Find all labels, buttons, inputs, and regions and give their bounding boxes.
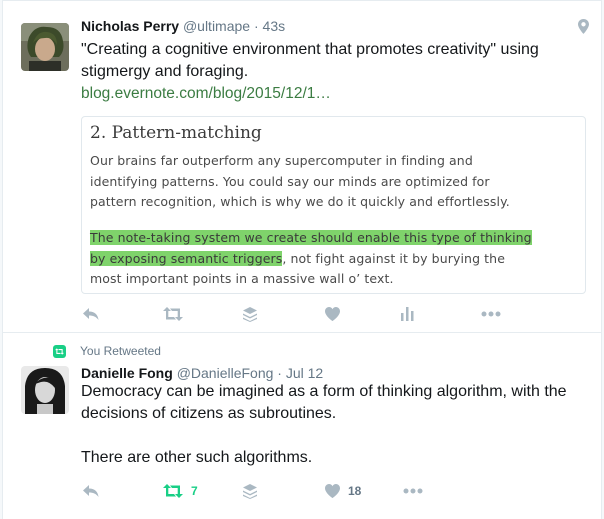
tweet-text-line: "Creating a cognitive environment that p… [81,41,539,58]
tweet-text-line: stigmergy and foraging. [81,63,249,80]
more-button[interactable] [403,481,423,501]
tweet-header: Nicholas Perry @ultimape · 43s [81,18,285,34]
author-fullname[interactable]: Nicholas Perry [81,18,179,34]
author-handle[interactable]: @ultimape [183,18,250,34]
reply-icon [83,307,99,321]
avatar[interactable] [21,366,69,414]
card-paragraph-highlighted: The note-taking system we create should … [90,228,580,290]
more-icon [481,311,501,317]
card-text-line: identifying patterns. You could say our … [90,173,490,189]
card-text-line: most important points in a massive wall … [90,271,394,286]
retweet-count: 7 [191,484,198,498]
avatar[interactable] [21,23,69,71]
retweet-context: You Retweeted [53,344,161,358]
reply-button[interactable] [83,304,99,324]
heart-icon [325,484,340,498]
card-text: , not fight against it by burying the [282,250,505,266]
next-tweet-edge [3,512,601,519]
tweet-text-line: Democracy can be imagined as a form of t… [81,383,567,400]
stack-button[interactable] [243,481,257,501]
more-button[interactable] [481,304,501,324]
stack-button[interactable] [243,304,257,324]
avatar-image [21,23,69,71]
stack-icon [243,306,257,322]
tweet-link[interactable]: blog.evernote.com/blog/2015/12/1… [81,83,581,105]
retweet-icon [163,307,183,321]
tweet-nicholas-perry[interactable]: Nicholas Perry @ultimape · 43s "Creating… [3,0,601,333]
highlighted-text: The note-taking system we create should … [90,230,532,245]
avatar-image [21,366,69,414]
tweet-timestamp[interactable]: Jul 12 [286,365,323,381]
retweet-icon [53,344,66,358]
card-paragraph: Our brains far outperform any supercompu… [90,151,580,213]
tweet-text-line: decisions of citizens as subroutines. [81,405,337,422]
like-count: 18 [348,484,362,498]
heart-icon [325,307,340,321]
map-pin-icon[interactable] [578,19,589,39]
analytics-icon [401,307,414,321]
tweet-actions: 7 18 [81,481,511,501]
reply-button[interactable] [83,481,99,501]
tweet-danielle-fong[interactable]: You Retweeted Danielle Fong @DanielleFon… [3,334,601,513]
stack-icon [243,483,257,499]
time-separator: · [253,18,259,34]
link-card[interactable]: 2. Pattern-matching Our brains far outpe… [81,116,586,294]
time-separator: · [277,365,282,381]
tweet-text: "Creating a cognitive environment that p… [81,39,581,105]
reply-icon [83,484,99,498]
like-button[interactable] [325,304,340,324]
author-fullname[interactable]: Danielle Fong [81,365,173,381]
retweet-button[interactable]: 7 [163,481,198,501]
analytics-button[interactable] [401,304,414,324]
card-title: 2. Pattern-matching [90,123,262,143]
card-text-line: pattern recognition, which is why we do … [90,194,510,209]
more-icon [403,488,423,494]
highlighted-text: by exposing semantic triggers [90,250,283,266]
tweet-timestamp[interactable]: 43s [263,18,286,34]
tweet-actions [81,304,511,324]
card-text-line: Our brains far outperform any supercompu… [90,153,473,168]
like-button[interactable]: 18 [325,481,361,501]
timeline: Nicholas Perry @ultimape · 43s "Creating… [2,0,602,519]
retweet-context-label: You Retweeted [80,344,161,358]
retweet-button[interactable] [163,304,183,324]
author-handle[interactable]: @DanielleFong [177,365,274,381]
tweet-text: Democracy can be imagined as a form of t… [81,381,581,469]
retweet-icon [163,484,183,498]
tweet-text-line: There are other such algorithms. [81,449,313,466]
tweet-header: Danielle Fong @DanielleFong · Jul 12 [81,365,323,381]
